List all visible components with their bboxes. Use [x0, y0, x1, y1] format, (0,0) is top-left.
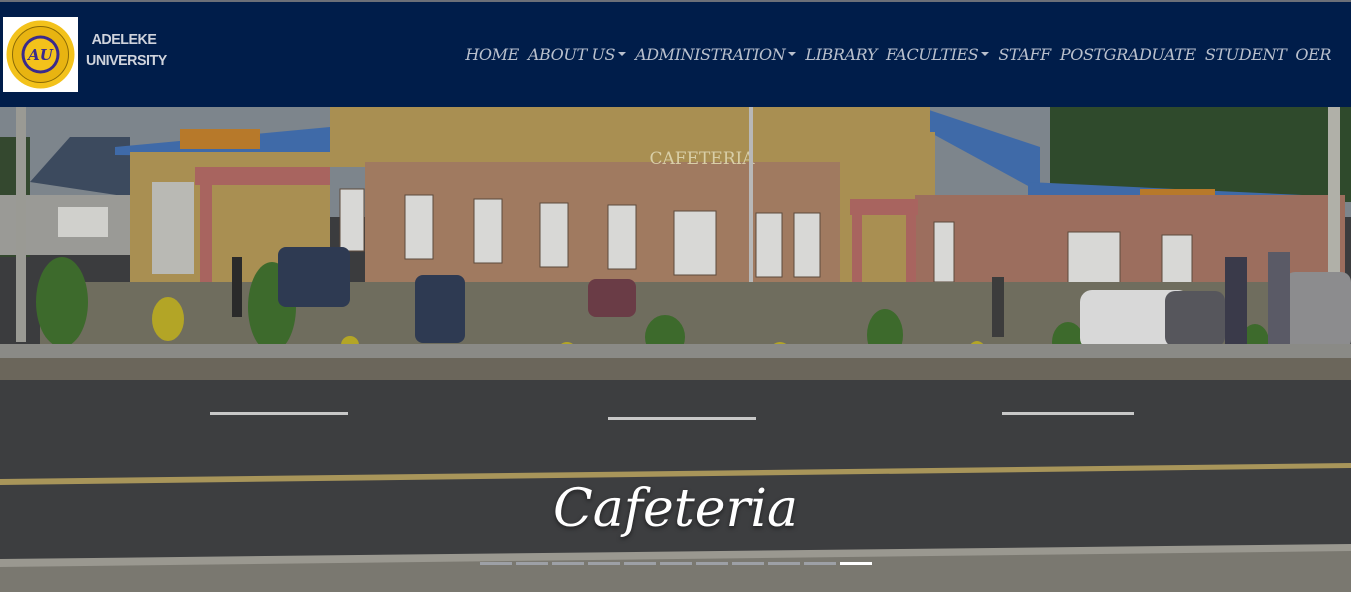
nav-library-label: LIBRARY: [805, 45, 877, 64]
nav-postgraduate-label: POSTGRADUATE: [1059, 45, 1196, 64]
carousel-indicator[interactable]: [840, 562, 872, 565]
nav-about-us[interactable]: ABOUT US: [527, 45, 627, 64]
carousel-indicators: [480, 562, 872, 565]
nav-student[interactable]: STUDENT: [1205, 45, 1287, 64]
carousel-indicator[interactable]: [804, 562, 836, 565]
caret-down-icon: [981, 52, 990, 56]
brand-line-1: ADELEKE: [91, 31, 157, 48]
carousel-indicator[interactable]: [768, 562, 800, 565]
carousel-indicator[interactable]: [732, 562, 764, 565]
nav-administration[interactable]: ADMINISTRATION: [635, 45, 797, 64]
caret-down-icon: [618, 52, 627, 56]
carousel-caption: Cafeteria: [553, 479, 798, 539]
nav-library[interactable]: LIBRARY: [805, 45, 877, 64]
nav-faculties[interactable]: FACULTIES: [886, 45, 990, 64]
carousel-indicator[interactable]: [696, 562, 728, 565]
carousel-indicator[interactable]: [624, 562, 656, 565]
nav-staff[interactable]: STAFF: [998, 45, 1051, 64]
nav-home[interactable]: HOME: [465, 45, 519, 64]
nav-oer[interactable]: OER: [1295, 45, 1331, 64]
carousel-indicator[interactable]: [552, 562, 584, 565]
nav-staff-label: STAFF: [998, 45, 1051, 64]
university-logo[interactable]: AU: [3, 17, 78, 92]
navbar: AU ADELEKE UNIVERSITY HOME ABOUT US ADMI…: [0, 2, 1351, 107]
svg-text:AU: AU: [26, 46, 54, 64]
carousel-indicator[interactable]: [588, 562, 620, 565]
hero-carousel[interactable]: CAFETERIA Cafeteria: [0, 107, 1351, 592]
nav-home-label: HOME: [465, 45, 519, 64]
brand-name[interactable]: ADELEKE UNIVERSITY: [86, 29, 167, 71]
carousel-indicator[interactable]: [660, 562, 692, 565]
brand-line-2: UNIVERSITY: [86, 52, 167, 69]
carousel-indicator[interactable]: [480, 562, 512, 565]
nav-student-label: STUDENT: [1204, 45, 1287, 64]
nav-faculties-label: FACULTIES: [886, 45, 979, 64]
seal-icon: AU: [6, 20, 75, 89]
nav-administration-label: ADMINISTRATION: [635, 45, 786, 64]
main-nav: HOME ABOUT US ADMINISTRATION LIBRARY FAC…: [465, 45, 1331, 64]
nav-oer-label: OER: [1295, 45, 1331, 64]
nav-postgraduate[interactable]: POSTGRADUATE: [1060, 45, 1196, 64]
nav-about-label: ABOUT US: [527, 45, 616, 64]
caret-down-icon: [788, 52, 797, 56]
building-sign: CAFETERIA: [649, 149, 755, 169]
carousel-indicator[interactable]: [516, 562, 548, 565]
